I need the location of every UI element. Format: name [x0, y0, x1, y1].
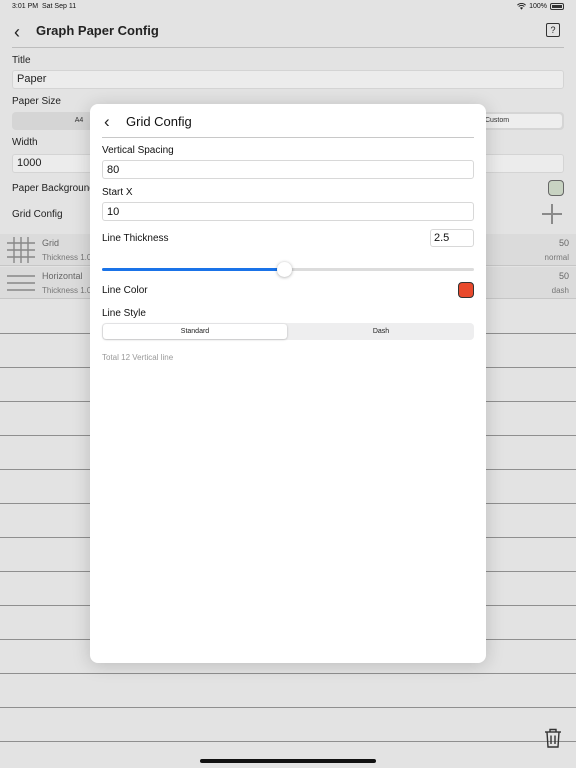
- width-label: Width: [12, 137, 38, 148]
- line-color-swatch[interactable]: [458, 282, 474, 298]
- page-title: Graph Paper Config: [36, 23, 159, 38]
- paper-background-label: Paper Background: [12, 183, 95, 194]
- paper-size-label: Paper Size: [12, 96, 61, 107]
- start-x-label: Start X: [102, 187, 133, 198]
- grid-thickness: Thickness 1.0: [42, 286, 92, 295]
- modal-divider: [102, 137, 474, 138]
- title-label: Title: [12, 55, 31, 66]
- grid-name: Horizontal: [42, 271, 83, 281]
- total-lines-text: Total 12 Vertical line: [102, 353, 174, 362]
- back-icon[interactable]: ‹: [14, 22, 20, 43]
- nav-divider: [12, 47, 564, 48]
- modal-back-icon[interactable]: ‹: [104, 112, 110, 132]
- add-grid-icon[interactable]: [542, 204, 562, 224]
- line-thickness-label: Line Thickness: [102, 233, 169, 244]
- battery-icon: [550, 3, 564, 10]
- help-icon[interactable]: ?: [546, 23, 560, 37]
- status-time-date: 3:01 PM Sat Sep 11: [12, 3, 77, 10]
- grid-name: Grid: [42, 238, 60, 248]
- line-style-dash[interactable]: Dash: [288, 323, 474, 340]
- status-right: 100%: [517, 3, 564, 10]
- grid-config-label: Grid Config: [12, 209, 63, 220]
- paper-background-swatch[interactable]: [548, 180, 564, 196]
- vertical-spacing-label: Vertical Spacing: [102, 145, 174, 156]
- grid-spacing: 50: [558, 238, 569, 248]
- wifi-icon: [517, 3, 527, 10]
- grid-icon: [7, 237, 35, 263]
- vertical-spacing-field[interactable]: 80: [102, 160, 474, 179]
- grid-spacing: 50: [558, 271, 569, 281]
- line-thickness-slider[interactable]: [102, 262, 474, 277]
- grid-style: dash: [551, 286, 569, 295]
- grid-style: normal: [544, 253, 569, 262]
- home-indicator: [200, 759, 376, 763]
- modal-title: Grid Config: [126, 114, 192, 129]
- line-style-label: Line Style: [102, 308, 146, 319]
- slider-thumb[interactable]: [277, 262, 293, 277]
- line-style-standard[interactable]: Standard: [103, 324, 287, 339]
- start-x-field[interactable]: 10: [102, 202, 474, 221]
- line-color-label: Line Color: [102, 285, 148, 296]
- line-thickness-field[interactable]: 2.5: [430, 229, 474, 247]
- grid-thickness: Thickness 1.0: [42, 253, 92, 262]
- status-bar: 3:01 PM Sat Sep 11 100%: [0, 0, 576, 14]
- trash-icon[interactable]: [544, 728, 562, 748]
- line-style-segmented: Standard Dash: [102, 323, 474, 340]
- slider-fill: [102, 268, 285, 271]
- battery-percent: 100%: [529, 3, 547, 10]
- grid-config-modal: ‹ Grid Config Vertical Spacing 80 Start …: [90, 104, 486, 663]
- horizontal-lines-icon: [7, 275, 35, 291]
- title-field[interactable]: Paper: [12, 70, 564, 89]
